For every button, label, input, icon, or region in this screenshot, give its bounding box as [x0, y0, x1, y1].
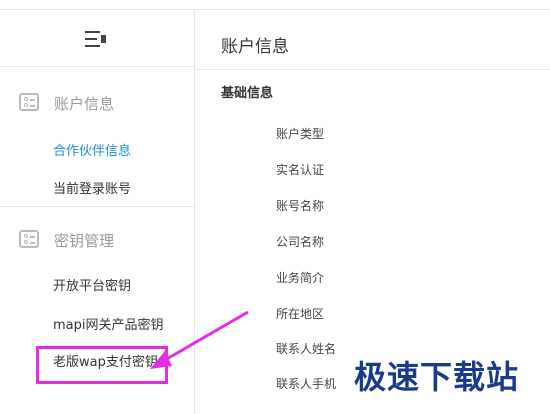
- sidebar-item-partner-info[interactable]: 合作伙伴信息: [53, 140, 131, 159]
- sidebar-item-open-platform-key[interactable]: 开放平台密钥: [53, 275, 131, 294]
- field-label-account-name: 账号名称: [276, 199, 325, 213]
- highlight-box: [36, 346, 168, 384]
- field-label-company-name: 公司名称: [276, 235, 325, 249]
- field-label-business-intro: 业务简介: [276, 271, 325, 285]
- sidebar-group-keys: 密钥管理: [0, 225, 195, 255]
- top-bar: [0, 0, 550, 10]
- field-label-real-name: 实名认证: [276, 163, 325, 177]
- page-title: 账户信息: [221, 37, 289, 57]
- sidebar-divider: [0, 206, 195, 207]
- field-label-contact-name: 联系人姓名: [276, 342, 337, 356]
- section-title: 基础信息: [221, 86, 274, 101]
- sidebar-item-mapi-gateway-key[interactable]: mapi网关产品密钥: [53, 314, 164, 333]
- account-group-icon: [19, 93, 39, 111]
- title-divider: [196, 69, 550, 70]
- sidebar-group-label: 账户信息: [54, 95, 115, 113]
- field-label-contact-phone: 联系人手机: [276, 377, 337, 391]
- sidebar-divider: [0, 66, 195, 67]
- sidebar-group-label: 密钥管理: [54, 232, 115, 250]
- key-group-icon: [19, 230, 39, 248]
- menu-toggle-icon[interactable]: [83, 28, 109, 50]
- watermark-logo: 极速下载站: [354, 358, 520, 396]
- field-label-region: 所在地区: [276, 307, 325, 321]
- sidebar-group-account: 账户信息: [0, 88, 195, 118]
- field-label-account-type: 账户类型: [276, 127, 325, 141]
- sidebar-item-login-account[interactable]: 当前登录账号: [53, 178, 131, 197]
